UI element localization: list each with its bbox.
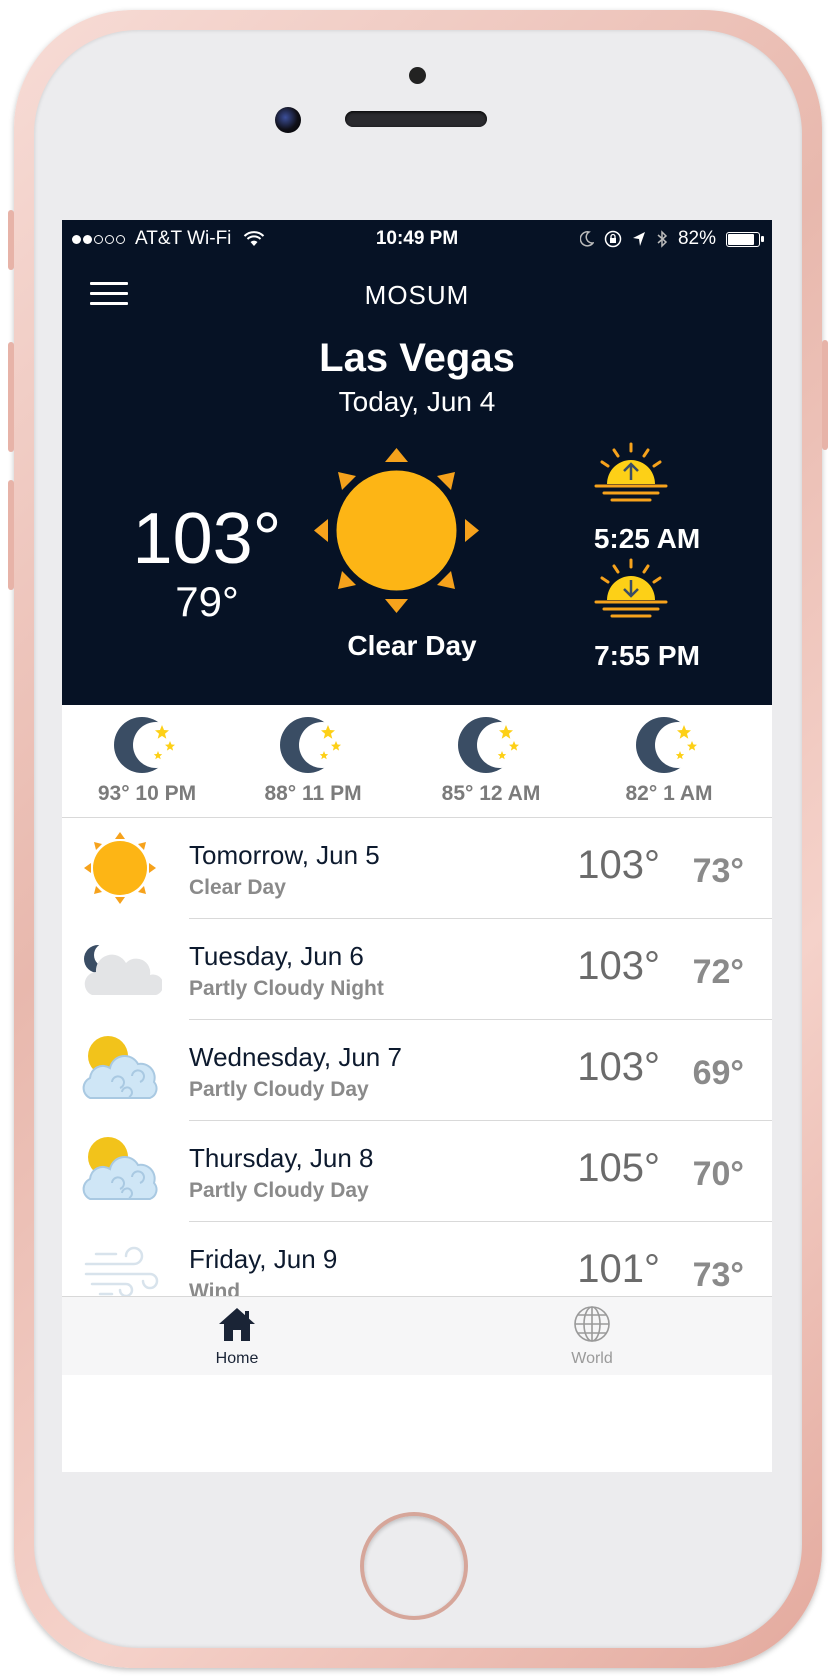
daily-date: Tomorrow, Jun 5 bbox=[189, 840, 380, 870]
daily-row[interactable]: Tuesday, Jun 6 Partly Cloudy Night 103° … bbox=[62, 919, 772, 1020]
daily-high: 105° bbox=[577, 1146, 660, 1190]
nav-bar: MOSUM bbox=[62, 258, 772, 330]
sunset-icon bbox=[594, 558, 668, 618]
tab-bar: Home World bbox=[62, 1296, 772, 1375]
daily-condition: Partly Cloudy Day bbox=[189, 1078, 369, 1101]
hourly-label: 85° 12 AM bbox=[441, 782, 541, 805]
daily-row[interactable]: Thursday, Jun 8 Partly Cloudy Day 105° 7… bbox=[62, 1121, 772, 1222]
sun-icon bbox=[84, 832, 156, 904]
sunset-time: 7:55 PM bbox=[594, 640, 700, 671]
city-name: Las Vegas bbox=[319, 336, 515, 380]
daily-high: 103° bbox=[577, 843, 660, 887]
status-bar: AT&T Wi-Fi 10:49 PM 82% bbox=[62, 220, 772, 258]
volume-up-button bbox=[8, 342, 14, 452]
hourly-label: 88° 11 PM bbox=[264, 782, 362, 805]
moon-stars-icon bbox=[280, 717, 345, 773]
daily-low: 72° bbox=[692, 953, 744, 991]
current-weather-panel: Las Vegas Today, Jun 4 103° 79° Clear Da… bbox=[62, 330, 772, 705]
earpiece-speaker bbox=[345, 111, 487, 127]
globe-icon bbox=[574, 1306, 610, 1342]
daily-condition: Partly Cloudy Night bbox=[189, 977, 384, 1000]
app-title: MOSUM bbox=[364, 280, 470, 310]
tab-home-label: Home bbox=[215, 1350, 259, 1367]
bluetooth-icon bbox=[657, 230, 668, 248]
daily-low: 73° bbox=[692, 852, 744, 890]
tab-home[interactable]: Home bbox=[177, 1305, 297, 1368]
daily-condition: Clear Day bbox=[189, 876, 286, 899]
battery-percent: 82% bbox=[677, 228, 716, 249]
current-date: Today, Jun 4 bbox=[338, 386, 496, 417]
partly-cloudy-night-icon bbox=[84, 943, 162, 995]
current-low-temp: 79° bbox=[175, 578, 239, 625]
hourly-item[interactable]: 88° 11 PM bbox=[228, 705, 398, 806]
moon-stars-icon bbox=[458, 717, 523, 773]
power-button bbox=[822, 340, 828, 450]
current-high-temp: 103° bbox=[132, 499, 282, 579]
proximity-sensor bbox=[409, 67, 426, 84]
hourly-item[interactable]: 82° 1 AM bbox=[584, 705, 754, 806]
hourly-item[interactable]: 85° 12 AM bbox=[406, 705, 576, 806]
moon-do-not-disturb-icon bbox=[579, 231, 594, 247]
sunrise-time: 5:25 AM bbox=[593, 523, 701, 554]
mute-switch bbox=[8, 210, 14, 270]
partly-cloudy-day-icon bbox=[82, 1137, 158, 1200]
hourly-item[interactable]: 93° 10 PM bbox=[62, 705, 232, 806]
hourly-label: 82° 1 AM bbox=[625, 782, 713, 805]
daily-date: Thursday, Jun 8 bbox=[189, 1143, 374, 1173]
daily-date: Wednesday, Jun 7 bbox=[189, 1042, 402, 1072]
moon-stars-icon bbox=[114, 717, 179, 773]
tab-world-label: World bbox=[571, 1350, 613, 1367]
daily-low: 69° bbox=[692, 1054, 744, 1092]
moon-stars-icon bbox=[636, 717, 701, 773]
home-icon bbox=[219, 1308, 255, 1341]
sunrise-icon bbox=[594, 442, 668, 502]
rotation-lock-icon bbox=[604, 230, 622, 248]
daily-high: 103° bbox=[577, 1045, 660, 1089]
hourly-label: 93° 10 PM bbox=[97, 782, 197, 805]
daily-low: 73° bbox=[692, 1256, 744, 1294]
location-arrow-icon bbox=[632, 232, 645, 246]
partly-cloudy-day-icon bbox=[82, 1036, 158, 1099]
app-screen: AT&T Wi-Fi 10:49 PM 82% MOSUM Las Vegas … bbox=[62, 220, 772, 1472]
volume-down-button bbox=[8, 480, 14, 590]
sun-icon bbox=[314, 448, 479, 613]
front-camera bbox=[275, 107, 301, 133]
daily-row[interactable]: Wednesday, Jun 7 Partly Cloudy Day 103° … bbox=[62, 1020, 772, 1121]
daily-condition: Partly Cloudy Day bbox=[189, 1179, 369, 1202]
daily-low: 70° bbox=[692, 1155, 744, 1193]
hourly-forecast: 93° 10 PM 88° 11 PM 85° 12 AM 82° 1 AM bbox=[62, 705, 772, 818]
tab-world[interactable]: World bbox=[532, 1305, 652, 1368]
battery-icon bbox=[726, 231, 764, 247]
daily-row[interactable]: Tomorrow, Jun 5 Clear Day 103° 73° bbox=[62, 818, 772, 919]
daily-high: 103° bbox=[577, 944, 660, 988]
daily-high: 101° bbox=[577, 1247, 660, 1291]
daily-date: Tuesday, Jun 6 bbox=[189, 941, 364, 971]
current-condition: Clear Day bbox=[347, 630, 477, 661]
home-button[interactable] bbox=[360, 1512, 468, 1620]
daily-date: Friday, Jun 9 bbox=[189, 1244, 338, 1274]
